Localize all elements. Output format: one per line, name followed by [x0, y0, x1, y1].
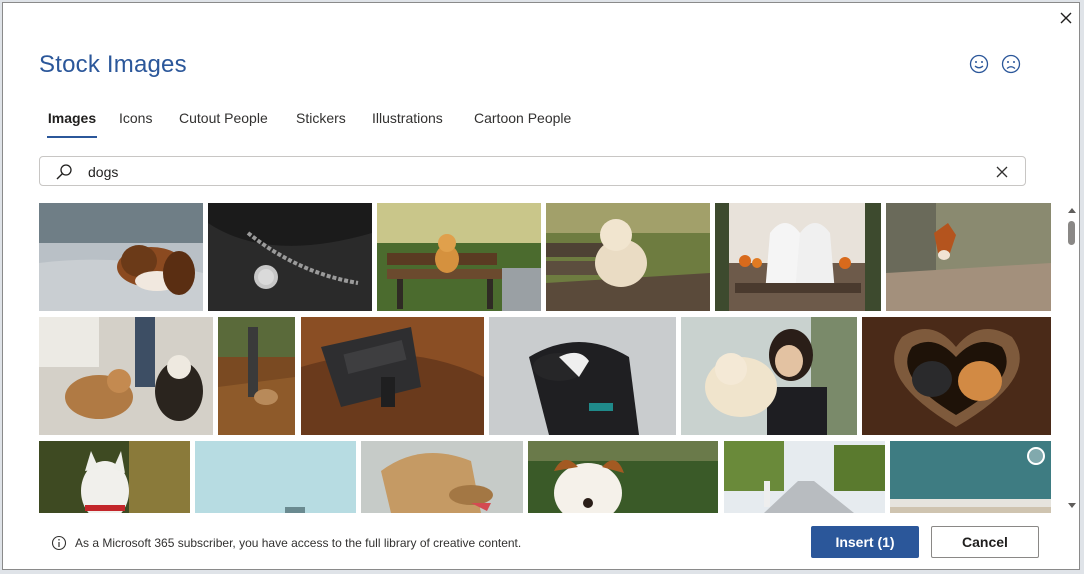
tab-stickers[interactable]: Stickers [296, 107, 346, 137]
search-icon [56, 164, 72, 180]
stock-images-dialog: Stock Images Images Icons Cutout People … [2, 2, 1080, 570]
image-tile-beagles-leash[interactable] [39, 317, 213, 435]
tab-label: Cartoon People [474, 110, 572, 126]
image-tile-blue-sky[interactable] [195, 441, 356, 513]
image-tile-black-dog-profile[interactable] [489, 317, 676, 435]
image-tile-woman-golden-dog[interactable] [681, 317, 857, 435]
image-tile-labrador-bench[interactable] [546, 203, 710, 311]
search-input[interactable] [86, 160, 970, 184]
tab-cartoon-people[interactable]: Cartoon People [474, 107, 571, 137]
scroll-thumb[interactable] [1068, 221, 1075, 245]
frown-icon [1001, 54, 1021, 74]
image-tile-beach[interactable] [890, 441, 1051, 513]
clear-search-icon[interactable] [992, 162, 1012, 182]
image-tile-windblown-dog[interactable] [361, 441, 523, 513]
tab-label: Stickers [296, 110, 346, 126]
tab-illustrations[interactable]: Illustrations [372, 107, 443, 137]
cancel-button[interactable]: Cancel [931, 526, 1039, 558]
image-tile-fox-tree[interactable] [886, 203, 1051, 311]
tab-label: Cutout People [179, 110, 268, 126]
info-icon [51, 535, 67, 551]
image-tile-autumn-walk[interactable] [218, 317, 295, 435]
gallery-scrollbar[interactable] [1065, 203, 1079, 517]
image-tile-corgi-bench[interactable] [377, 203, 541, 311]
active-tab-indicator [47, 136, 97, 138]
smile-feedback-button[interactable] [968, 53, 990, 75]
tab-images[interactable]: Images [47, 107, 97, 138]
tab-label: Images [47, 110, 97, 126]
image-tile-ghost-costumes[interactable] [715, 203, 881, 311]
scroll-up-icon[interactable] [1065, 205, 1079, 215]
image-gallery [39, 203, 1051, 513]
insert-button[interactable]: Insert (1) [811, 526, 919, 558]
image-tile-jack-russell[interactable] [528, 441, 718, 513]
tab-label: Illustrations [372, 110, 443, 126]
tab-cutout-people[interactable]: Cutout People [179, 107, 268, 137]
close-button[interactable] [1055, 7, 1077, 29]
tab-icons[interactable]: Icons [119, 107, 152, 137]
scroll-down-icon[interactable] [1065, 501, 1079, 511]
image-tile-basset-hound[interactable] [39, 203, 203, 311]
info-text: As a Microsoft 365 subscriber, you have … [75, 536, 522, 550]
select-circle-icon[interactable] [1027, 447, 1045, 465]
image-tile-service-dog[interactable] [301, 317, 484, 435]
dialog-title: Stock Images [39, 51, 187, 78]
image-tile-heart-blanket[interactable] [862, 317, 1051, 435]
frown-feedback-button[interactable] [1000, 53, 1022, 75]
tab-label: Icons [119, 110, 153, 126]
image-tile-city-street[interactable] [724, 441, 885, 513]
search-box [39, 156, 1026, 186]
smile-icon [969, 54, 989, 74]
image-tile-white-dog[interactable] [39, 441, 190, 513]
image-tile-black-dog-collar[interactable] [208, 203, 372, 311]
close-icon [1060, 12, 1072, 24]
